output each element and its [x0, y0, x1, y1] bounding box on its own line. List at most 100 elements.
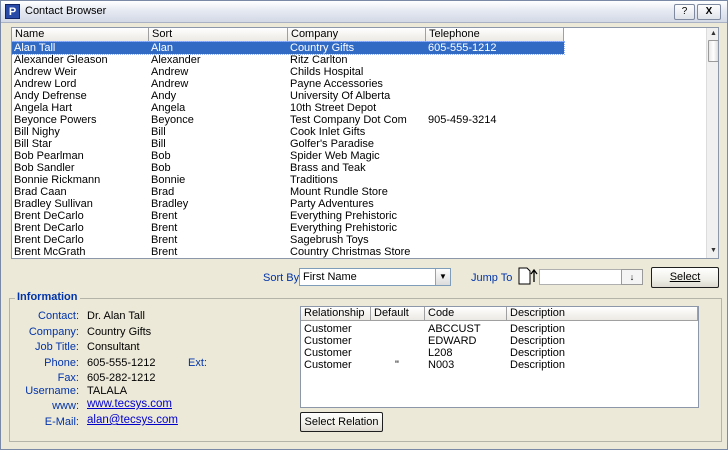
cell-company: 10th Street Depot: [290, 102, 377, 114]
window-title: Contact Browser: [25, 5, 107, 17]
cell-company: Brass and Teak: [290, 162, 366, 174]
relation-row[interactable]: Customer L208 Description: [301, 347, 698, 359]
cell-name: Brad Caan: [14, 186, 67, 198]
jump-go-button[interactable]: ↓: [621, 269, 643, 285]
rel-header-default[interactable]: Default: [371, 307, 425, 321]
relation-row[interactable]: Customer " N003 Description: [301, 359, 698, 371]
cell-sort: Andy: [151, 90, 177, 102]
table-row[interactable]: Bob Pearlman Bob Spider Web Magic: [12, 150, 564, 162]
select-button[interactable]: Select: [651, 267, 719, 288]
rel-cell-default: ": [395, 359, 399, 371]
grid-scrollbar[interactable]: ▲ ▼: [706, 28, 718, 258]
table-row[interactable]: Angela Hart Angela 10th Street Depot: [12, 102, 564, 114]
cell-company: Test Company Dot Com: [290, 114, 407, 126]
relation-row[interactable]: Customer EDWARD Description: [301, 335, 698, 347]
sort-by-label: Sort By: [263, 272, 300, 284]
cell-name: Bradley Sullivan: [14, 198, 93, 210]
cell-company: Mount Rundle Store: [290, 186, 388, 198]
cell-name: Alexander Gleason: [14, 54, 108, 66]
table-row[interactable]: Bob Sandler Bob Brass and Teak: [12, 162, 564, 174]
rel-cell-description: Description: [510, 359, 566, 371]
cell-company: Childs Hospital: [290, 66, 364, 78]
jump-to-label: Jump To: [471, 272, 513, 284]
rel-cell-description: Description: [510, 335, 566, 347]
table-row[interactable]: Andrew Weir Andrew Childs Hospital: [12, 66, 564, 78]
cell-sort: Angela: [151, 102, 186, 114]
chevron-down-icon[interactable]: ▼: [435, 269, 450, 285]
title-bar[interactable]: P Contact Browser ? X: [1, 1, 727, 23]
table-row[interactable]: Bonnie Rickmann Bonnie Traditions: [12, 174, 564, 186]
email-link[interactable]: alan@tecsys.com: [87, 414, 178, 426]
jump-page-icon[interactable]: [515, 267, 539, 287]
rel-cell-description: Description: [510, 347, 566, 359]
rel-header-code[interactable]: Code: [425, 307, 507, 321]
help-button[interactable]: ?: [674, 4, 695, 20]
cell-sort: Bob: [151, 162, 171, 174]
information-legend: Information: [15, 291, 80, 303]
scroll-up-icon[interactable]: ▲: [710, 30, 717, 37]
table-row[interactable]: Brad Caan Brad Mount Rundle Store: [12, 186, 564, 198]
table-row[interactable]: Andrew Lord Andrew Payne Accessories: [12, 78, 564, 90]
rel-cell-relationship: Customer: [304, 335, 352, 347]
table-row[interactable]: Bill Nighy Bill Cook Inlet Gifts: [12, 126, 564, 138]
grid-header: Name Sort Company Telephone: [12, 28, 706, 42]
column-header-telephone[interactable]: Telephone: [426, 28, 564, 42]
close-button[interactable]: X: [697, 4, 721, 20]
scroll-thumb[interactable]: [708, 40, 718, 62]
cell-sort: Bradley: [151, 198, 189, 210]
table-row[interactable]: Bradley Sullivan Bradley Party Adventures: [12, 198, 564, 210]
relation-row[interactable]: Customer ABCCUST Description: [301, 323, 698, 335]
rel-cell-code: EDWARD: [428, 335, 477, 347]
select-relation-button[interactable]: Select Relation: [300, 412, 383, 432]
cell-company: University Of Alberta: [290, 90, 391, 102]
contact-label: Contact:: [38, 310, 79, 322]
cell-sort: Andrew: [151, 66, 189, 78]
job-title-label: Job Title:: [34, 341, 79, 353]
fax-value: 605-282-1212: [87, 372, 156, 384]
table-row[interactable]: Brent DeCarlo Brent Sagebrush Toys: [12, 234, 564, 246]
table-row[interactable]: Brent McGrath Brent Country Christmas Stor…: [12, 246, 564, 258]
rel-cell-code: ABCCUST: [428, 323, 481, 335]
fax-label: Fax:: [57, 372, 79, 384]
scroll-down-icon[interactable]: ▼: [710, 247, 717, 254]
job-title-value: Consultant: [87, 341, 140, 353]
cell-name: Andrew Weir: [14, 66, 77, 78]
cell-sort: Brent: [151, 222, 178, 234]
company-label: Company:: [28, 326, 79, 338]
cell-telephone: 605-555-1212: [428, 42, 497, 54]
cell-company: Spider Web Magic: [290, 150, 380, 162]
app-icon: P: [5, 4, 20, 19]
table-row[interactable]: Brent DeCarlo Brent Everything Prehistoric: [12, 210, 564, 222]
cell-sort: Bill: [151, 126, 166, 138]
cell-name: Brent McGrath: [14, 246, 86, 258]
rel-header-relationship[interactable]: Relationship: [301, 307, 371, 321]
phone-label: Phone:: [44, 357, 79, 369]
rel-cell-description: Description: [510, 323, 566, 335]
table-row[interactable]: Brent DeCarlo Brent Everything Prehistoric: [12, 222, 564, 234]
www-link[interactable]: www.tecsys.com: [87, 398, 172, 410]
username-value: TALALA: [87, 385, 128, 397]
column-header-name[interactable]: Name: [12, 28, 149, 42]
contact-grid: Name Sort Company Telephone Alan Tall Ala…: [11, 27, 719, 259]
cell-company: Payne Accessories: [290, 78, 383, 90]
table-row[interactable]: Bill Star Bill Golfer's Paradise: [12, 138, 564, 150]
rel-header-description[interactable]: Description: [507, 307, 698, 321]
column-header-company[interactable]: Company: [288, 28, 426, 42]
cell-sort: Brad: [151, 186, 175, 198]
table-row[interactable]: Andy Defrense Andy University Of Alberta: [12, 90, 564, 102]
table-row[interactable]: Alexander Gleason Alexander Ritz Carlton: [12, 54, 564, 66]
cell-name: Brent DeCarlo: [14, 234, 84, 246]
sort-by-select[interactable]: First Name ▼: [299, 268, 451, 286]
cell-sort: Brent: [151, 234, 178, 246]
table-row[interactable]: Alan Tall Alan Country Gifts 605-555-1212: [12, 41, 565, 55]
rel-cell-code: L208: [428, 347, 453, 359]
cell-name: Bill Star: [14, 138, 52, 150]
phone-value: 605-555-1212: [87, 357, 156, 369]
cell-company: Ritz Carlton: [290, 54, 348, 66]
cell-name: Andrew Lord: [14, 78, 77, 90]
column-header-sort[interactable]: Sort: [149, 28, 288, 42]
table-row[interactable]: Beyonce Powers Beyonce Test Company Dot Co…: [12, 114, 564, 126]
rel-cell-relationship: Customer: [304, 323, 352, 335]
rel-cell-relationship: Customer: [304, 359, 352, 371]
username-label: Username:: [25, 385, 79, 397]
